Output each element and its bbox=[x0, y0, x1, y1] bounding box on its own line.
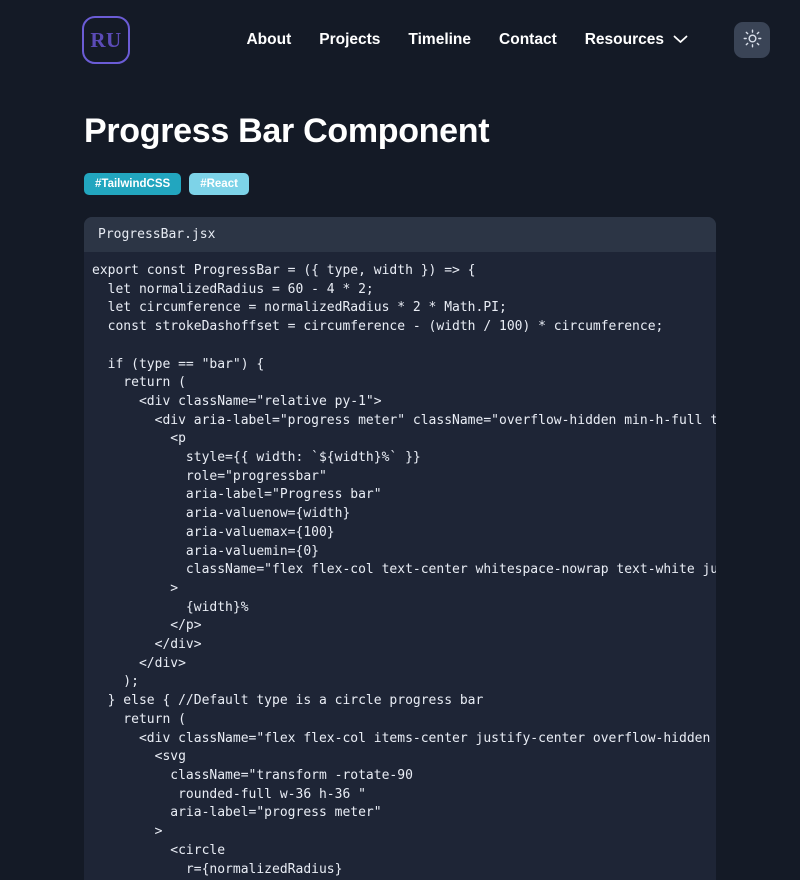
code-line: </div> bbox=[92, 655, 186, 671]
code-line: > bbox=[92, 824, 163, 840]
nav-link-timeline[interactable]: Timeline bbox=[408, 31, 471, 49]
site-logo[interactable]: RU bbox=[82, 16, 130, 64]
code-line: <div className="flex flex-col items-cent… bbox=[92, 730, 716, 746]
code-line: aria-label="Progress bar" bbox=[92, 487, 382, 503]
code-line: r={normalizedRadius} bbox=[92, 861, 343, 877]
code-line: rounded-full w-36 h-36 " bbox=[92, 786, 366, 802]
code-line: style={{ width: `${width}%` }} bbox=[92, 450, 421, 466]
code-line: let normalizedRadius = 60 - 4 * 2; bbox=[92, 281, 374, 297]
code-line: </div> bbox=[92, 637, 202, 653]
code-line: export const ProgressBar = ({ type, widt… bbox=[92, 263, 476, 278]
code-line: <div className="relative py-1"> bbox=[92, 393, 382, 409]
code-line: className="flex flex-col text-center whi… bbox=[92, 562, 716, 578]
code-line: aria-label="progress meter" bbox=[92, 805, 382, 821]
code-line: role="progressbar" bbox=[92, 468, 327, 484]
tag-react[interactable]: #React bbox=[189, 173, 249, 195]
code-line: className="transform -rotate-90 bbox=[92, 767, 413, 783]
code-line: > bbox=[92, 580, 179, 596]
code-line: } else { //Default type is a circle prog… bbox=[92, 693, 484, 709]
code-line: <div aria-label="progress meter" classNa… bbox=[92, 412, 716, 428]
code-line: <svg bbox=[92, 749, 186, 765]
code-line: aria-valuemin={0} bbox=[92, 543, 319, 559]
main-content: Progress Bar Component #TailwindCSS #Rea… bbox=[0, 112, 800, 880]
theme-toggle-button[interactable] bbox=[734, 22, 770, 58]
code-line: aria-valuenow={width} bbox=[92, 506, 351, 522]
code-body[interactable]: export const ProgressBar = ({ type, widt… bbox=[84, 252, 716, 880]
nav-link-contact[interactable]: Contact bbox=[499, 31, 557, 49]
navbar: RU About Projects Timeline Contact Resou… bbox=[0, 0, 800, 80]
sun-icon bbox=[743, 29, 762, 51]
nav-link-projects[interactable]: Projects bbox=[319, 31, 380, 49]
nav-dropdown-label: Resources bbox=[584, 31, 664, 48]
code-line: let circumference = normalizedRadius * 2… bbox=[92, 300, 507, 316]
code-line: <circle bbox=[92, 842, 226, 858]
code-line: {width}% bbox=[92, 599, 249, 615]
code-line: <p bbox=[92, 431, 186, 447]
code-line: ); bbox=[92, 674, 139, 690]
chevron-down-icon bbox=[673, 31, 688, 49]
page-root: RU About Projects Timeline Contact Resou… bbox=[0, 0, 800, 880]
logo-text: RU bbox=[90, 27, 122, 52]
code-line: return ( bbox=[92, 711, 186, 727]
tag-list: #TailwindCSS #React bbox=[84, 173, 800, 195]
code-line: </p> bbox=[92, 618, 202, 634]
code-line: aria-valuemax={100} bbox=[92, 524, 335, 540]
nav-link-about[interactable]: About bbox=[246, 31, 291, 49]
code-filename-header: ProgressBar.jsx bbox=[84, 217, 716, 252]
primary-navigation: About Projects Timeline Contact Resource… bbox=[246, 22, 770, 58]
page-title: Progress Bar Component bbox=[84, 112, 490, 150]
nav-dropdown-resources[interactable]: Resources bbox=[585, 31, 688, 49]
code-line: if (type == "bar") { bbox=[92, 356, 265, 372]
code-line: return ( bbox=[92, 375, 186, 391]
tag-tailwindcss[interactable]: #TailwindCSS bbox=[84, 173, 182, 195]
code-block-card: ProgressBar.jsx export const ProgressBar… bbox=[84, 217, 716, 880]
code-line: const strokeDashoffset = circumference -… bbox=[92, 319, 664, 335]
